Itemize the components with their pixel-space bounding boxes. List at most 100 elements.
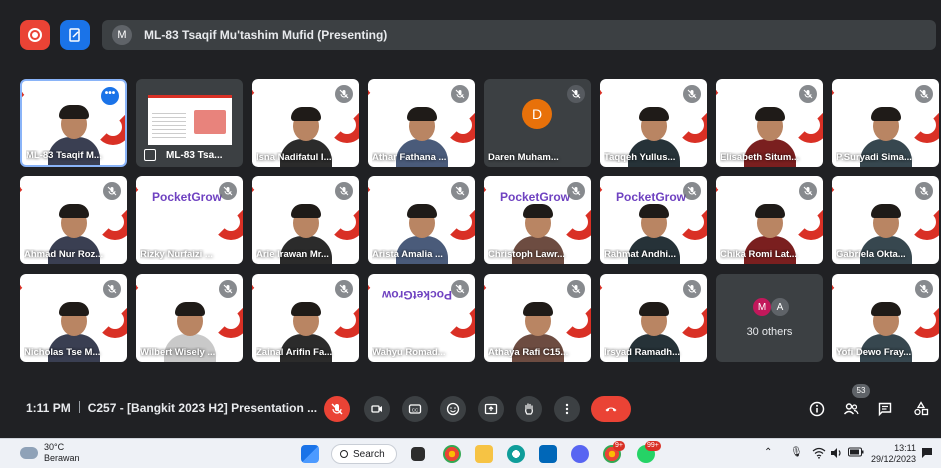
background-decoration xyxy=(445,302,475,338)
participant-tile[interactable]: Isna Nadifatul I... xyxy=(252,79,359,167)
background-decoration xyxy=(20,176,50,202)
mic-muted-icon xyxy=(103,280,121,298)
temperature: 30°C xyxy=(44,442,65,452)
windows-start-icon[interactable] xyxy=(301,445,319,463)
participant-tile[interactable]: PocketGrow Christoph Lawr... xyxy=(484,176,591,264)
participant-tile[interactable]: Athaya Rafi C15... xyxy=(484,274,591,362)
chat-icon xyxy=(878,402,892,417)
participant-name: Athaya Rafi C15... xyxy=(488,347,569,358)
whatsapp-badge: 99+ xyxy=(645,441,661,451)
participant-tile[interactable]: P.Suryadi Sima... xyxy=(832,79,939,167)
shapes-icon xyxy=(914,401,929,416)
leave-call-button[interactable] xyxy=(591,396,631,422)
recording-button[interactable] xyxy=(20,20,50,50)
reactions-button[interactable] xyxy=(440,396,466,422)
participant-tile[interactable]: PocketGrow Rizky Nurfaizi ... xyxy=(136,176,243,264)
present-screen-icon xyxy=(144,149,156,161)
background-decoration xyxy=(677,107,707,143)
background-decoration xyxy=(832,274,862,300)
background-decoration xyxy=(793,107,823,143)
participant-tile[interactable]: ••• ML-83 Tsaqif M... xyxy=(20,79,127,167)
tray-chevron-icon[interactable]: ⌃ xyxy=(764,447,772,458)
background-decoration xyxy=(561,302,591,338)
participant-tile[interactable]: Arie Irawan Mr... xyxy=(252,176,359,264)
background-decoration xyxy=(252,79,282,105)
store-icon[interactable] xyxy=(539,445,557,463)
participant-tile[interactable]: Nicholas Tse M... xyxy=(20,274,127,362)
mic-muted-icon xyxy=(567,182,585,200)
volume-icon[interactable] xyxy=(830,447,844,462)
others-avatar: A xyxy=(771,298,789,316)
battery-icon[interactable] xyxy=(848,447,864,460)
people-button[interactable] xyxy=(840,398,862,420)
participant-name: Isna Nadifatul I... xyxy=(256,152,332,163)
meeting-info: 1:11 PM C257 - [Bangkit 2023 H2] Presenta… xyxy=(26,401,317,415)
system-clock[interactable]: 13:11 29/12/2023 xyxy=(870,443,916,465)
clock-date: 29/12/2023 xyxy=(870,454,916,464)
more-options-button[interactable] xyxy=(554,396,580,422)
wifi-icon[interactable] xyxy=(812,447,826,462)
presenting-banner[interactable]: M ML-83 Tsaqif Mu'tashim Mufid (Presenti… xyxy=(102,20,936,50)
present-button[interactable] xyxy=(478,396,504,422)
discord-icon[interactable] xyxy=(571,445,589,463)
microphone-tray-icon[interactable]: 🎙 xyxy=(790,447,803,458)
participant-tile[interactable]: Zainal Arifin Fa... xyxy=(252,274,359,362)
participant-tile[interactable]: Taqqeh Yullus... xyxy=(600,79,707,167)
participant-tile[interactable]: D Daren Muham... xyxy=(484,79,591,167)
taskbar-search[interactable]: Search xyxy=(331,444,397,464)
participant-tile[interactable]: Elisabeth Situm... xyxy=(716,79,823,167)
notification-icon[interactable] xyxy=(921,447,933,462)
participant-name: Wahyu Romad... xyxy=(372,347,446,358)
participant-name: P.Suryadi Sima... xyxy=(836,152,912,163)
mic-muted-icon xyxy=(335,182,353,200)
camera-button[interactable] xyxy=(364,396,390,422)
participant-name: Rahmat Andhi... xyxy=(604,249,676,260)
participant-avatar: D xyxy=(522,99,552,129)
camera-icon xyxy=(371,405,382,413)
cloud-icon xyxy=(20,447,38,459)
document-edit-icon xyxy=(69,28,80,42)
participant-tile[interactable]: Athar Fathana ... xyxy=(368,79,475,167)
participant-tile[interactable]: Irsyad Ramadh... xyxy=(600,274,707,362)
file-explorer-icon[interactable] xyxy=(475,445,493,463)
edge-icon[interactable] xyxy=(507,445,525,463)
weather-widget[interactable]: 30°C Berawan xyxy=(20,442,80,464)
notes-button[interactable] xyxy=(60,20,90,50)
participant-tile[interactable]: PocketGrow Rahmat Andhi... xyxy=(600,176,707,264)
background-decoration xyxy=(832,79,862,105)
background-decoration xyxy=(909,204,939,240)
info-icon xyxy=(809,401,825,417)
participant-tile[interactable]: Wilbert Wisely ... xyxy=(136,274,243,362)
microphone-button[interactable] xyxy=(324,396,350,422)
mic-muted-icon xyxy=(451,182,469,200)
raise-hand-button[interactable] xyxy=(516,396,542,422)
meeting-details-button[interactable] xyxy=(806,398,828,420)
chrome-icon[interactable] xyxy=(443,445,461,463)
task-view-icon[interactable] xyxy=(411,447,425,461)
participant-name: Ahmad Nur Roz... xyxy=(24,249,104,260)
participant-tile[interactable]: Ahmad Nur Roz... xyxy=(20,176,127,264)
participant-tile[interactable]: Chika Romi Lat... xyxy=(716,176,823,264)
captions-icon: CC xyxy=(408,404,422,414)
participant-tile[interactable]: Arista Amalia ... xyxy=(368,176,475,264)
background-decoration xyxy=(97,204,127,240)
participant-name: ML-83 Tsaqif M... xyxy=(26,150,102,161)
more-options-icon[interactable]: ••• xyxy=(101,87,119,105)
captions-button[interactable]: CC xyxy=(402,396,428,422)
mic-muted-icon xyxy=(683,182,701,200)
presentation-tile[interactable]: ML-83 Tsa... xyxy=(136,79,243,167)
mic-muted-icon xyxy=(219,280,237,298)
chrome-badge: 9+ xyxy=(613,441,625,451)
participant-count-badge: 53 xyxy=(852,384,870,398)
activities-button[interactable] xyxy=(910,398,932,420)
mic-muted-icon xyxy=(915,182,933,200)
background-decoration xyxy=(793,204,823,240)
hand-icon xyxy=(525,403,533,415)
background-decoration xyxy=(445,204,475,240)
participant-tile[interactable]: Gabriela Okta... xyxy=(832,176,939,264)
participant-tile[interactable]: PocketGrow Wahyu Romad... xyxy=(368,274,475,362)
others-tile[interactable]: M A 30 others xyxy=(716,274,823,362)
participant-tile[interactable]: Yofi Dewo Fray... xyxy=(832,274,939,362)
chat-button[interactable] xyxy=(874,398,896,420)
emoji-icon xyxy=(446,402,460,416)
